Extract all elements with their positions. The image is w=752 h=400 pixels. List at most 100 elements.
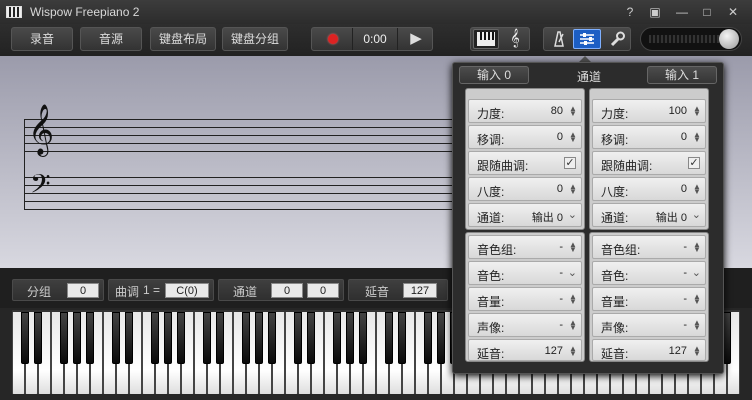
staff-line [24,209,454,210]
spin-arrows-icon[interactable]: ▲ ▼ [569,293,577,306]
black-key[interactable] [268,312,276,364]
black-key[interactable] [346,312,354,364]
spin-arrows-icon[interactable]: ▲ ▼ [569,345,577,358]
follow-key-checkbox[interactable]: ✓ [564,157,576,169]
chevron-down-icon[interactable]: ⌄ [568,266,577,279]
maximize-button[interactable]: □ [698,4,716,20]
black-key[interactable] [34,312,42,364]
black-key[interactable] [60,312,68,364]
view-toggle-group: 𝄞 [470,27,530,51]
play-button[interactable]: ▶ [404,30,428,48]
black-key[interactable] [164,312,172,364]
score-view-icon[interactable]: 𝄞 [502,29,528,49]
black-key[interactable] [216,312,224,364]
keyboard-view-icon[interactable] [473,29,499,49]
volume-knob[interactable] [719,29,739,49]
spin-arrows-icon[interactable]: ▲ ▼ [569,319,577,332]
spin-arrows-icon[interactable]: ▲ ▼ [693,105,701,118]
black-key[interactable] [73,312,81,364]
velocity-row[interactable]: 力度: 100 ▲ ▼ [592,99,706,123]
follow-key-row[interactable]: 跟随曲调: ✓ [468,151,582,175]
metronome-icon[interactable] [546,29,572,49]
close-button[interactable]: ✕ [724,4,742,20]
chevron-down-icon[interactable]: ⌄ [692,208,701,221]
group-value[interactable]: 0 [67,283,99,298]
octave-row[interactable]: 八度: 0 ▲ ▼ [468,177,582,201]
bank-row[interactable]: 音色组: - ▲ ▼ [468,235,582,259]
mixer-icon[interactable] [573,29,601,49]
record-menu-button[interactable]: 录音 [11,27,73,51]
transpose-row[interactable]: 移调: 0 ▲ ▼ [592,125,706,149]
spin-arrows-icon[interactable]: ▲ ▼ [569,241,577,254]
key-value[interactable]: C(0) [165,283,209,298]
black-key[interactable] [398,312,406,364]
black-key[interactable] [112,312,120,364]
input-1-tab[interactable]: 输入 1 [647,66,717,84]
sustain-row[interactable]: 延音: 127 ▲ ▼ [468,339,582,361]
program-row[interactable]: 音色: - ⌄ [592,261,706,285]
octave-row[interactable]: 八度: 0 ▲ ▼ [592,177,706,201]
black-key[interactable] [255,312,263,364]
chevron-down-icon[interactable]: ⌄ [692,266,701,279]
bank-row[interactable]: 音色组: - ▲ ▼ [592,235,706,259]
follow-key-row[interactable]: 跟随曲调: ✓ [592,151,706,175]
input-1-sound-settings: 音色组: - ▲ ▼ 音色: - ⌄ 音量: - ▲ ▼ 声像: - ▲ ▼ 延音: 127 ▲ ▼ [589,232,709,362]
spin-arrows-icon[interactable]: ▲ ▼ [569,105,577,118]
black-key[interactable] [125,312,133,364]
spin-arrows-icon[interactable]: ▲ ▼ [693,345,701,358]
pan-row[interactable]: 声像: - ▲ ▼ [592,313,706,337]
wrench-icon[interactable] [604,29,630,49]
black-key[interactable] [333,312,341,364]
record-button[interactable] [316,31,350,47]
black-key[interactable] [177,312,185,364]
pan-label: 声像: [601,321,629,335]
keyboard-groups-button[interactable]: 键盘分组 [222,27,288,51]
black-key[interactable] [307,312,315,364]
black-key[interactable] [437,312,445,364]
spin-arrows-icon[interactable]: ▲ ▼ [693,293,701,306]
black-key[interactable] [385,312,393,364]
black-key[interactable] [294,312,302,364]
black-key[interactable] [359,312,367,364]
input-0-tab[interactable]: 输入 0 [459,66,529,84]
sustain-row[interactable]: 延音: 127 ▲ ▼ [592,339,706,361]
spin-arrows-icon[interactable]: ▲ ▼ [693,183,701,196]
transpose-value: 0 [680,131,687,143]
keyboard-layout-button[interactable]: 键盘布局 [150,27,216,51]
follow-key-checkbox[interactable]: ✓ [688,157,700,169]
spin-arrows-icon[interactable]: ▲ ▼ [569,131,577,144]
spin-arrows-icon[interactable]: ▲ ▼ [569,183,577,196]
velocity-row[interactable]: 力度: 80 ▲ ▼ [468,99,582,123]
help-button[interactable]: ? [621,4,639,20]
transpose-row[interactable]: 移调: 0 ▲ ▼ [468,125,582,149]
black-key[interactable] [86,312,94,364]
pan-row[interactable]: 声像: - ▲ ▼ [468,313,582,337]
output-channel-row[interactable]: 通道: 输出 0 ⌄ [592,203,706,227]
spin-arrows-icon[interactable]: ▲ ▼ [693,241,701,254]
bank-value: - [559,241,563,253]
black-key[interactable] [723,312,731,364]
black-key[interactable] [242,312,250,364]
sustain-value: 127 [544,345,563,357]
volume-slider[interactable] [640,27,742,51]
transpose-label: 移调: [601,133,629,147]
channel-value-2[interactable]: 0 [307,283,339,298]
black-key[interactable] [424,312,432,364]
chevron-down-icon[interactable]: ⌄ [568,208,577,221]
black-key[interactable] [203,312,211,364]
volume-row[interactable]: 音量: - ▲ ▼ [592,287,706,311]
sustain-value[interactable]: 127 [403,283,437,298]
black-key[interactable] [21,312,29,364]
sound-source-button[interactable]: 音源 [80,27,142,51]
volume-row[interactable]: 音量: - ▲ ▼ [468,287,582,311]
program-label: 音色: [477,269,505,283]
program-row[interactable]: 音色: - ⌄ [468,261,582,285]
output-channel-row[interactable]: 通道: 输出 0 ⌄ [468,203,582,227]
minimize-button[interactable]: — [673,4,691,20]
input-0-sound-settings: 音色组: - ▲ ▼ 音色: - ⌄ 音量: - ▲ ▼ 声像: - ▲ ▼ 延音: 127 ▲ ▼ [465,232,585,362]
spin-arrows-icon[interactable]: ▲ ▼ [693,319,701,332]
fullscreen-button[interactable]: ▣ [646,4,664,20]
channel-value-1[interactable]: 0 [271,283,303,298]
spin-arrows-icon[interactable]: ▲ ▼ [693,131,701,144]
black-key[interactable] [151,312,159,364]
